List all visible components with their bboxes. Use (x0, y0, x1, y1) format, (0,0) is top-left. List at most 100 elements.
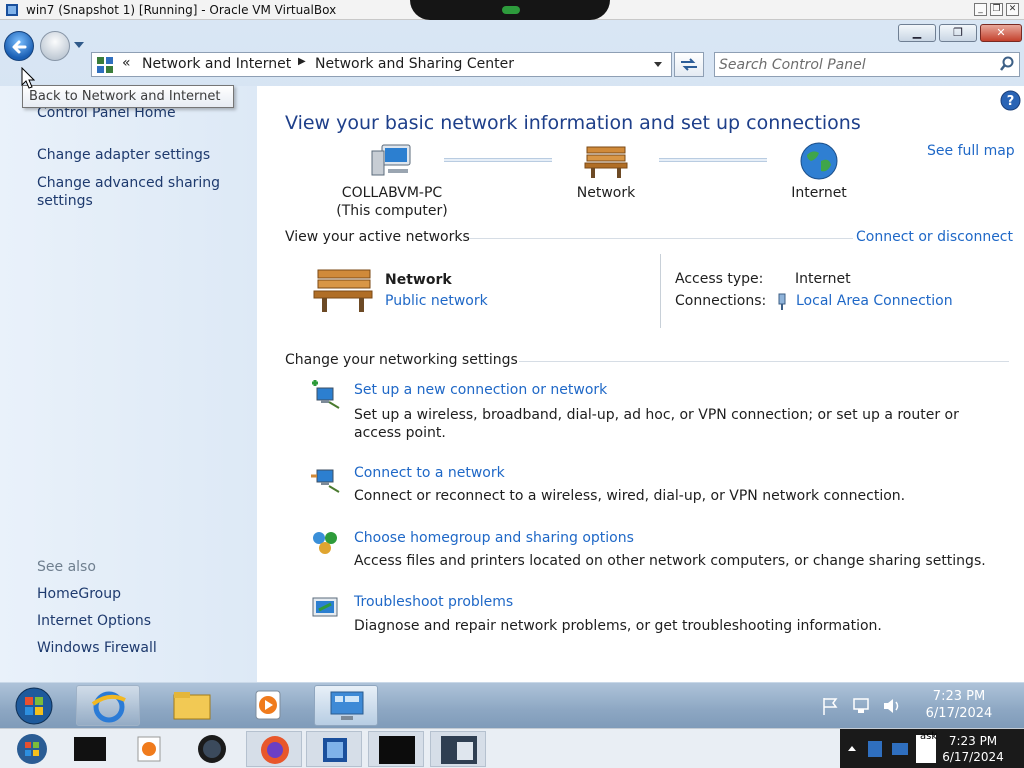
address-bar[interactable]: « Network and Internet ▶ Network and Sha… (91, 52, 672, 77)
svg-text:?: ? (1007, 94, 1015, 109)
start-button[interactable] (10, 686, 58, 726)
network-tray-icon[interactable] (853, 698, 869, 713)
active-networks-heading: View your active networks (285, 229, 470, 245)
host-tray-label: ask (920, 731, 938, 742)
computer-name: COLLABVM-PC (341, 185, 443, 201)
change-settings-heading: Change your networking settings (285, 352, 518, 368)
tray-expand-icon[interactable] (848, 746, 856, 751)
host-tray-network-icon[interactable] (892, 743, 908, 755)
help-icon[interactable]: ? (1000, 90, 1021, 111)
system-clock[interactable]: 7:23 PM 6/17/2024 (904, 688, 1014, 722)
windows-firewall-link[interactable]: Windows Firewall (37, 640, 157, 656)
host-tray-app-icon[interactable] (868, 741, 882, 757)
internet-globe-icon (800, 142, 838, 180)
connections-label: Connections: (675, 293, 767, 309)
host-title-bar: win7 (Snapshot 1) [Running] - Oracle VM … (0, 0, 1024, 20)
forward-button[interactable] (40, 31, 70, 61)
ethernet-icon (778, 293, 786, 310)
address-dropdown-icon[interactable] (654, 62, 662, 67)
refresh-button[interactable] (674, 52, 704, 77)
search-input[interactable] (719, 55, 989, 74)
vertical-divider (660, 254, 661, 328)
host-clock-date: 6/17/2024 (942, 750, 1004, 764)
setup-new-connection-link[interactable]: Set up a new connection or network (354, 382, 607, 398)
windows-taskbar: 7:23 PM 6/17/2024 (0, 682, 1024, 728)
left-navigation-pane: Control Panel Home Change adapter settin… (0, 86, 257, 682)
active-network-name: Network (385, 272, 452, 288)
back-button-tooltip: Back to Network and Internet (22, 85, 234, 108)
connect-to-network-desc: Connect or reconnect to a wireless, wire… (354, 488, 906, 504)
troubleshoot-link[interactable]: Troubleshoot problems (354, 594, 513, 610)
host-taskbar: ask 7:23 PM 6/17/2024 (0, 728, 1024, 768)
homegroup-link[interactable]: HomeGroup (37, 586, 121, 602)
taskbar-media-player[interactable] (236, 685, 300, 726)
network-label: Network (576, 185, 636, 201)
vm-preview-icon (441, 736, 477, 764)
host-start-button[interactable] (4, 731, 60, 767)
maximize-button[interactable]: ❐ (939, 24, 977, 42)
host-minimize-button[interactable]: _ (974, 3, 987, 16)
host-app-window[interactable] (368, 731, 424, 767)
host-app-media[interactable] (122, 731, 178, 767)
network-bench-icon (584, 146, 628, 178)
host-app-virtualbox[interactable] (306, 731, 362, 767)
host-restore-button[interactable]: ❐ (990, 3, 1003, 16)
section-divider (469, 238, 853, 239)
search-box[interactable] (714, 52, 1020, 77)
breadcrumb-separator-icon[interactable]: ▶ (298, 56, 306, 67)
access-type-value: Internet (795, 271, 851, 287)
change-adapter-settings-link[interactable]: Change adapter settings (37, 147, 210, 163)
see-full-map-link[interactable]: See full map (927, 143, 1015, 159)
host-app-vm-preview[interactable] (430, 731, 486, 767)
host-app-firefox[interactable] (246, 731, 302, 767)
recent-pages-dropdown[interactable] (74, 42, 84, 48)
homegroup-sharing-desc: Access files and printers located on oth… (354, 553, 986, 569)
window-icon (379, 736, 415, 764)
volume-icon[interactable] (884, 699, 899, 713)
media-player-icon (255, 690, 281, 720)
host-clock[interactable]: 7:23 PM 6/17/2024 (940, 733, 1006, 765)
folder-icon (173, 692, 211, 720)
troubleshoot-desc: Diagnose and repair network problems, or… (354, 618, 882, 634)
breadcrumb-network-internet[interactable]: Network and Internet (142, 56, 291, 72)
host-media-player-icon (137, 736, 161, 762)
internet-label: Internet (791, 185, 847, 201)
status-indicator-icon (502, 6, 520, 14)
host-clock-time: 7:23 PM (948, 734, 998, 748)
public-network-link[interactable]: Public network (385, 293, 488, 309)
action-center-flag-icon[interactable] (823, 698, 838, 715)
taskbar-internet-explorer[interactable] (76, 685, 140, 726)
back-button[interactable] (4, 31, 34, 61)
setup-new-connection-desc: Set up a wireless, broadband, dial-up, a… (354, 407, 959, 441)
minimize-button[interactable]: ▁ (898, 24, 936, 42)
control-panel-icon (97, 57, 113, 73)
close-button[interactable]: ✕ (980, 24, 1022, 42)
page-title: View your basic network information and … (285, 112, 861, 134)
breadcrumb-overflow[interactable]: « (122, 55, 131, 71)
troubleshoot-icon (312, 597, 338, 617)
terminal-icon (74, 737, 106, 761)
search-icon[interactable] (999, 56, 1015, 72)
taskbar-control-panel[interactable] (314, 685, 378, 726)
refresh-icon (681, 58, 697, 71)
connect-to-network-link[interactable]: Connect to a network (354, 465, 505, 481)
obs-icon (198, 735, 226, 763)
control-panel-taskbar-icon (330, 691, 364, 720)
main-content: ? View your basic network information an… (257, 86, 1024, 682)
new-connection-icon (312, 380, 340, 409)
mouse-cursor-icon (21, 67, 35, 89)
local-area-connection-link[interactable]: Local Area Connection (796, 293, 953, 309)
host-close-button[interactable]: ✕ (1006, 3, 1019, 16)
breadcrumb-sharing-center[interactable]: Network and Sharing Center (315, 56, 514, 72)
clock-time: 7:23 PM (932, 689, 986, 704)
network-bench-large-icon (313, 269, 373, 312)
connect-or-disconnect-link[interactable]: Connect or disconnect (856, 229, 1013, 245)
homegroup-sharing-link[interactable]: Choose homegroup and sharing options (354, 530, 634, 546)
internet-options-link[interactable]: Internet Options (37, 613, 151, 629)
taskbar-explorer[interactable] (160, 685, 224, 726)
host-app-terminal[interactable] (62, 731, 118, 767)
internet-explorer-icon (91, 691, 126, 723)
change-advanced-sharing-link[interactable]: Change advanced sharing settings (37, 174, 237, 210)
host-app-obs[interactable] (184, 731, 240, 767)
firefox-icon (261, 736, 289, 764)
